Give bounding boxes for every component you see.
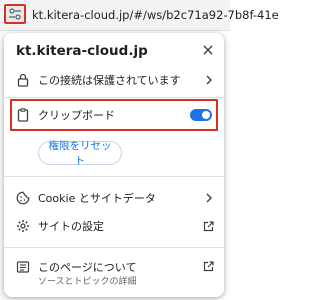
cookie-label: Cookie とサイトデータ xyxy=(38,192,156,205)
chevron-right-icon xyxy=(204,193,214,203)
site-info-button[interactable] xyxy=(4,4,26,24)
about-page-label: このページについて xyxy=(38,261,137,274)
reset-permissions-button[interactable]: 権限をリセット xyxy=(38,140,122,167)
site-info-popup: kt.kitera-cloud.jp この接続は保護されています クリップボード… xyxy=(4,33,224,297)
gear-icon xyxy=(16,219,30,233)
divider xyxy=(4,97,224,98)
close-button[interactable] xyxy=(200,42,216,58)
connection-label: この接続は保護されています xyxy=(38,74,181,87)
address-bar: kt.kitera-cloud.jp/#/ws/b2c71a92-7b8f-41… xyxy=(0,0,279,31)
cookie-icon xyxy=(16,191,30,205)
connection-security-row[interactable]: この接続は保護されています xyxy=(4,67,224,93)
close-icon xyxy=(203,45,213,55)
about-page-row[interactable]: このページについて ソースとトピックの詳細 xyxy=(4,256,224,287)
about-page-sublabel: ソースとトピックの詳細 xyxy=(38,277,137,287)
cookie-row[interactable]: Cookie とサイトデータ xyxy=(4,185,224,211)
about-page-icon xyxy=(16,260,30,274)
site-title: kt.kitera-cloud.jp xyxy=(16,43,148,59)
divider xyxy=(4,247,224,248)
toggle-knob xyxy=(202,111,210,119)
open-external-icon xyxy=(202,220,214,232)
clipboard-permission-row: クリップボード xyxy=(4,102,224,128)
clipboard-icon xyxy=(16,108,30,122)
open-external-icon xyxy=(202,260,214,272)
divider xyxy=(4,176,224,177)
site-settings-label: サイトの設定 xyxy=(38,220,104,233)
url-text[interactable]: kt.kitera-cloud.jp/#/ws/b2c71a92-7b8f-41… xyxy=(32,8,279,22)
clipboard-toggle[interactable] xyxy=(190,109,212,121)
clipboard-label: クリップボード xyxy=(38,109,115,122)
site-settings-icon xyxy=(9,8,21,20)
site-settings-row[interactable]: サイトの設定 xyxy=(4,213,224,239)
lock-icon xyxy=(16,73,30,87)
chevron-right-icon xyxy=(204,75,214,85)
